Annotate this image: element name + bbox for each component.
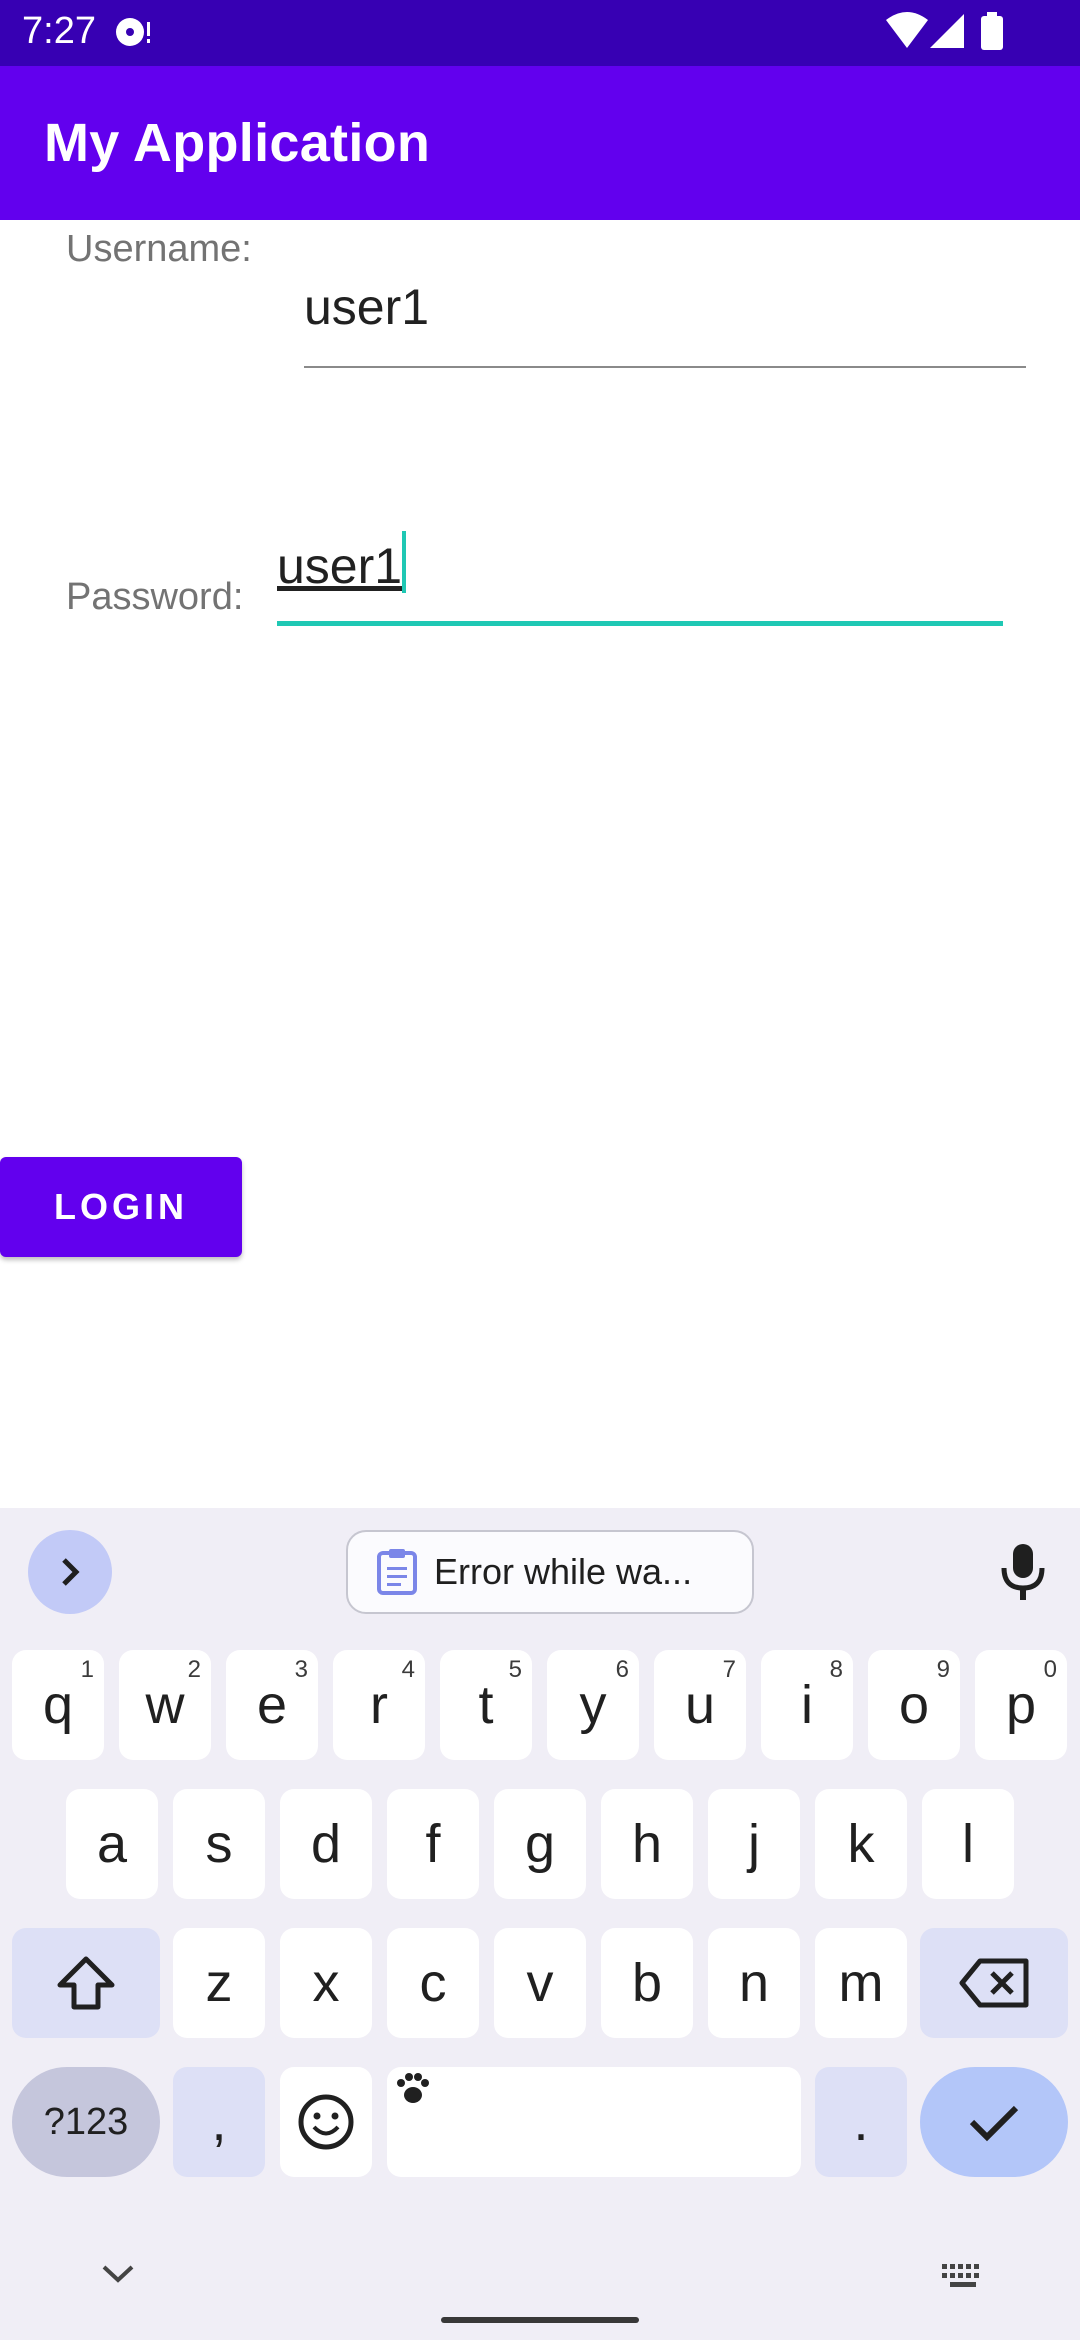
key-label: o bbox=[898, 1675, 930, 1735]
chevron-down-icon bbox=[102, 2265, 134, 2283]
key-v[interactable]: v bbox=[494, 1928, 586, 2038]
key-b[interactable]: b bbox=[601, 1928, 693, 2038]
key-label: e bbox=[256, 1675, 288, 1735]
comma-key[interactable]: , bbox=[173, 2067, 265, 2177]
key-e[interactable]: e3 bbox=[226, 1650, 318, 1760]
key-s[interactable]: s bbox=[173, 1789, 265, 1899]
media-sync-icon bbox=[112, 12, 154, 57]
username-field[interactable]: user1 bbox=[304, 270, 1026, 370]
emoji-key[interactable] bbox=[280, 2067, 372, 2177]
wifi-icon bbox=[884, 12, 930, 57]
key-label: u bbox=[684, 1675, 716, 1735]
home-indicator[interactable] bbox=[441, 2317, 639, 2323]
shift-icon bbox=[57, 1956, 115, 2010]
hide-keyboard-button[interactable] bbox=[98, 2262, 138, 2291]
key-label: p bbox=[1005, 1675, 1037, 1735]
status-time: 7:27 bbox=[22, 10, 96, 52]
emoji-icon bbox=[298, 2094, 354, 2150]
username-value: user1 bbox=[304, 279, 430, 335]
key-r[interactable]: r4 bbox=[333, 1650, 425, 1760]
battery-icon bbox=[980, 12, 1004, 57]
key-hint: 7 bbox=[722, 1656, 736, 1683]
key-k[interactable]: k bbox=[815, 1789, 907, 1899]
key-q[interactable]: q1 bbox=[12, 1650, 104, 1760]
username-label: Username: bbox=[66, 228, 252, 270]
signal-icon bbox=[928, 12, 966, 57]
key-hint: 8 bbox=[829, 1656, 843, 1683]
key-hint: 9 bbox=[936, 1656, 950, 1683]
key-c[interactable]: c bbox=[387, 1928, 479, 2038]
key-d[interactable]: d bbox=[280, 1789, 372, 1899]
chevron-right-icon bbox=[62, 1558, 80, 1586]
key-u[interactable]: u7 bbox=[654, 1650, 746, 1760]
key-hint: 0 bbox=[1043, 1656, 1057, 1683]
key-y[interactable]: y6 bbox=[547, 1650, 639, 1760]
key-hint: 1 bbox=[80, 1656, 94, 1683]
key-hint: 5 bbox=[508, 1656, 522, 1683]
key-label: w bbox=[145, 1675, 185, 1735]
key-p[interactable]: p0 bbox=[975, 1650, 1067, 1760]
key-n[interactable]: n bbox=[708, 1928, 800, 2038]
app-title: My Application bbox=[44, 113, 431, 173]
period-key[interactable]: . bbox=[815, 2067, 907, 2177]
key-g[interactable]: g bbox=[494, 1789, 586, 1899]
text-cursor bbox=[402, 531, 406, 593]
key-hint: 2 bbox=[187, 1656, 201, 1683]
key-label: t bbox=[478, 1675, 494, 1735]
key-m[interactable]: m bbox=[815, 1928, 907, 2038]
keyboard-icon bbox=[942, 2264, 979, 2287]
key-z[interactable]: z bbox=[173, 1928, 265, 2038]
symbols-key[interactable]: ?123 bbox=[12, 2067, 160, 2177]
key-hint: 4 bbox=[401, 1656, 415, 1683]
key-label: q bbox=[42, 1675, 74, 1735]
status-bar: 7:27 bbox=[0, 0, 1080, 66]
key-label: y bbox=[579, 1675, 607, 1735]
key-hint: 3 bbox=[294, 1656, 308, 1683]
key-t[interactable]: t5 bbox=[440, 1650, 532, 1760]
password-field[interactable]: user1 bbox=[277, 525, 1003, 627]
password-value: user1 bbox=[277, 538, 403, 594]
key-j[interactable]: j bbox=[708, 1789, 800, 1899]
key-i[interactable]: i8 bbox=[761, 1650, 853, 1760]
shift-key[interactable] bbox=[12, 1928, 160, 2038]
username-underline bbox=[304, 366, 1026, 368]
enter-key[interactable] bbox=[920, 2067, 1068, 2177]
password-label: Password: bbox=[66, 576, 244, 618]
login-button[interactable]: LOGIN bbox=[0, 1157, 242, 1257]
backspace-icon bbox=[959, 1958, 1029, 2008]
key-f[interactable]: f bbox=[387, 1789, 479, 1899]
expand-toolbar-button[interactable] bbox=[28, 1530, 112, 1614]
key-h[interactable]: h bbox=[601, 1789, 693, 1899]
paw-icon bbox=[397, 2073, 429, 2103]
key-label: i bbox=[801, 1675, 813, 1735]
password-underline bbox=[277, 621, 1003, 626]
key-a[interactable]: a bbox=[66, 1789, 158, 1899]
checkmark-icon bbox=[969, 2105, 1019, 2142]
key-o[interactable]: o9 bbox=[868, 1650, 960, 1760]
key-w[interactable]: w2 bbox=[119, 1650, 211, 1760]
app-bar: My Application bbox=[0, 66, 1080, 220]
backspace-key[interactable] bbox=[920, 1928, 1068, 2038]
space-key[interactable] bbox=[387, 2067, 801, 2177]
switch-keyboard-button[interactable] bbox=[940, 2262, 986, 2295]
clipboard-suggestion-text: Error while wa... bbox=[434, 1551, 693, 1592]
microphone-button[interactable] bbox=[996, 1542, 1050, 1607]
screen: 7:27 My Application Username: user1 Pass… bbox=[0, 0, 1080, 2340]
clipboard-suggestion-chip[interactable]: Error while wa... bbox=[346, 1530, 754, 1614]
key-x[interactable]: x bbox=[280, 1928, 372, 2038]
microphone-icon bbox=[1001, 1544, 1045, 1600]
clipboard-icon bbox=[377, 1549, 417, 1595]
key-hint: 6 bbox=[615, 1656, 629, 1683]
key-label: r bbox=[370, 1675, 388, 1735]
key-l[interactable]: l bbox=[922, 1789, 1014, 1899]
keyboard: Error while wa... bbox=[0, 1508, 1080, 2340]
